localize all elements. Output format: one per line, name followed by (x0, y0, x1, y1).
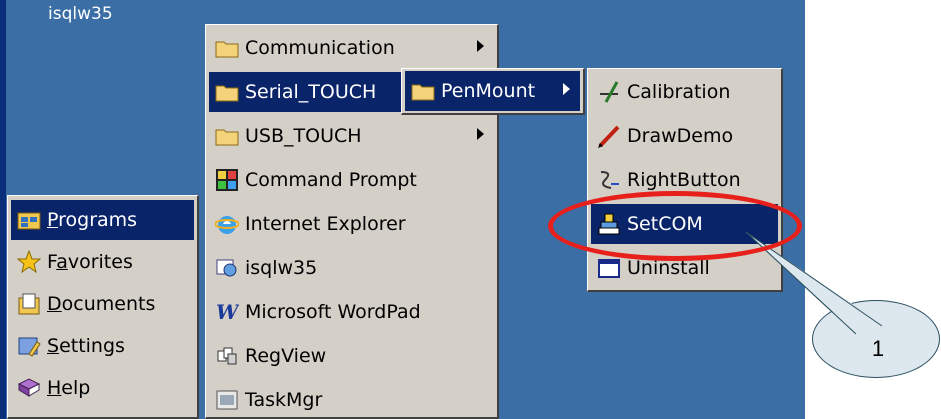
callout-pointer-tip (745, 231, 883, 335)
highlight-ring (548, 191, 802, 261)
